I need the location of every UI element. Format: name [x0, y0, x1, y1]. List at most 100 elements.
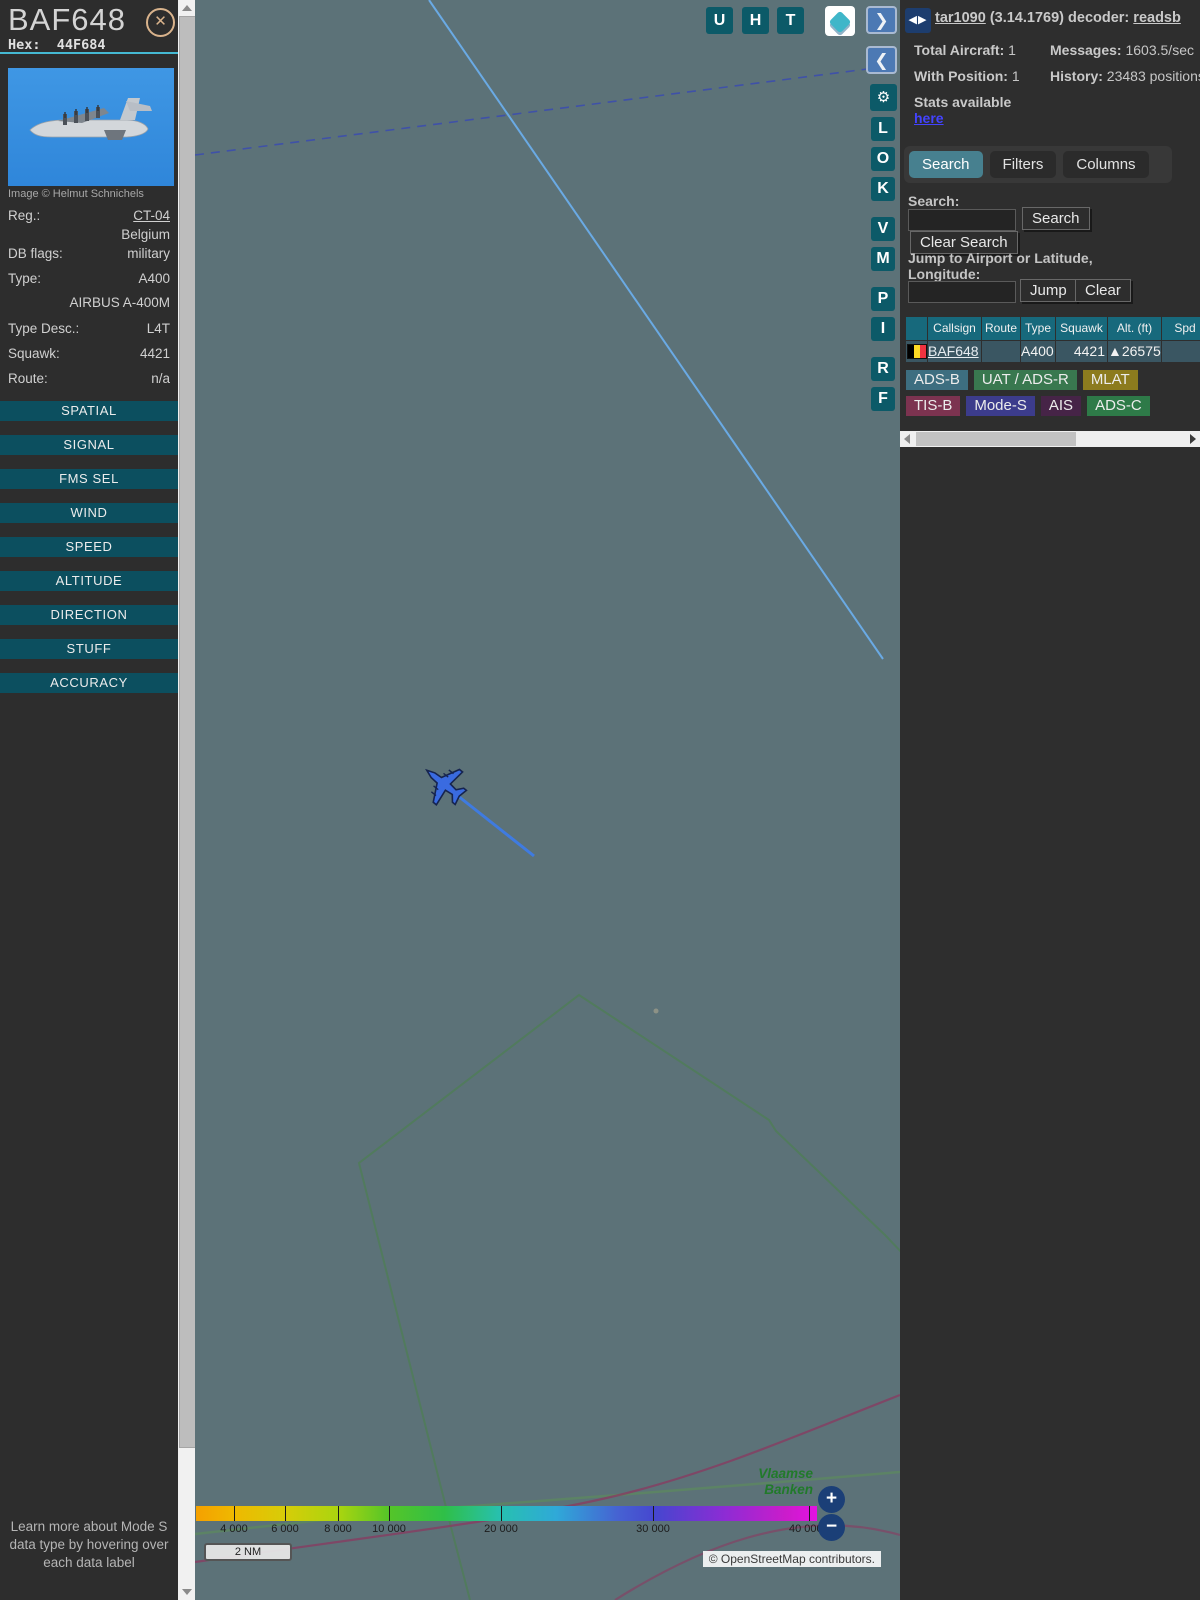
clear-button[interactable]: Clear: [1075, 279, 1131, 302]
data-row: Reg.: CT-04: [0, 206, 178, 225]
section-header: ACCURACY: [0, 673, 178, 694]
altitude-tick-mark: [338, 1506, 339, 1521]
map-vector-layer: [195, 0, 900, 1600]
callsign-cell[interactable]: BAF648: [928, 341, 981, 362]
data-row: Type: A400: [0, 269, 178, 294]
with-position-stat: With Position: 1: [914, 68, 1036, 84]
with-position-label: With Position:: [914, 68, 1008, 84]
map-button-l[interactable]: L: [871, 117, 895, 141]
map-button-k[interactable]: K: [871, 177, 895, 201]
registration-link[interactable]: CT-04: [133, 208, 170, 223]
table-row[interactable]: BAF648 A400 4421 ▲26575: [906, 341, 1200, 362]
data-label[interactable]: Squawk:: [8, 344, 60, 369]
panel-toggle-button[interactable]: ◀▶: [905, 8, 931, 33]
aircraft-photo[interactable]: [8, 68, 174, 186]
map-button-i[interactable]: I: [871, 317, 895, 341]
divider: [0, 52, 178, 54]
altitude-tick-mark: [653, 1506, 654, 1521]
scrollbar-right-arrow-icon[interactable]: [1190, 434, 1196, 444]
aircraft-list-panel: ◀▶ tar1090 (3.14.1769) decoder: readsb T…: [900, 0, 1200, 1600]
data-label[interactable]: Type Desc.:: [8, 319, 79, 344]
map-button-f[interactable]: F: [871, 387, 895, 411]
search-input[interactable]: [908, 209, 1016, 231]
layers-button[interactable]: [825, 6, 855, 37]
table-header-cell[interactable]: Squawk: [1056, 317, 1107, 340]
tar1090-link[interactable]: tar1090: [935, 10, 986, 26]
altitude-tick-mark: [285, 1506, 286, 1521]
sidebar-section: SIGNAL: [0, 435, 178, 461]
tab-columns[interactable]: Columns: [1063, 151, 1149, 178]
data-value: A400: [138, 270, 170, 286]
layers-icon-top: [828, 10, 852, 34]
table-header-cell[interactable]: Route: [982, 317, 1020, 340]
scrollbar-thumb[interactable]: [179, 16, 196, 1448]
map-button-v[interactable]: V: [871, 217, 895, 241]
aircraft-photo-image: [8, 68, 174, 186]
section-header: DIRECTION: [0, 605, 178, 626]
data-label[interactable]: Route:: [8, 369, 48, 394]
table-header-cell[interactable]: Alt. (ft): [1108, 317, 1161, 340]
stats-here-link[interactable]: here: [914, 110, 944, 126]
sidebar-section: ACCURACY: [0, 673, 178, 699]
map-attribution[interactable]: © OpenStreetMap contributors.: [702, 1551, 881, 1567]
zoom-out-button[interactable]: −: [818, 1514, 845, 1541]
callsign-link[interactable]: BAF648: [928, 343, 979, 359]
table-header-cell[interactable]: [906, 317, 927, 340]
jump-button[interactable]: Jump: [1020, 279, 1077, 302]
map-button-u[interactable]: U: [706, 7, 733, 34]
table-header-cell[interactable]: Type: [1021, 317, 1055, 340]
data-label[interactable]: Reg.:: [8, 206, 40, 225]
altitude-tick-mark: [389, 1506, 390, 1521]
type-cell: A400: [1021, 341, 1055, 362]
aircraft-icon[interactable]: [418, 758, 470, 810]
sidebar-section: WIND: [0, 503, 178, 529]
zoom-in-button[interactable]: +: [818, 1486, 845, 1513]
source-type-badge: Mode-S: [966, 396, 1035, 416]
squawk-cell: 4421: [1056, 341, 1107, 362]
place-label: Vlaamse Banken: [755, 1466, 813, 1498]
map-button-r[interactable]: R: [871, 357, 895, 381]
panel-expand-button[interactable]: ❯: [866, 6, 897, 34]
jump-input[interactable]: [908, 281, 1016, 303]
map-scale-bar: 2 NM: [204, 1543, 292, 1561]
table-header-cell[interactable]: Callsign: [928, 317, 981, 340]
place-label-line2: Banken: [764, 1482, 813, 1498]
aircraft-history-trail: [428, 0, 884, 660]
map-canvas[interactable]: U H T ❯ ❮ ⚙ L O K V M P I R F 4 000 6 00…: [195, 0, 900, 1600]
data-row: Squawk: 4421: [0, 344, 178, 369]
belgium-flag-icon: [906, 344, 927, 359]
data-row: Type Desc.: L4T: [0, 319, 178, 344]
close-icon[interactable]: ✕: [146, 8, 175, 37]
stats-available-label: Stats available: [914, 94, 1012, 110]
section-header: SPATIAL: [0, 401, 178, 422]
scrollbar-down-arrow-icon[interactable]: [182, 1589, 192, 1595]
table-header-cell[interactable]: Spd: [1162, 317, 1200, 340]
data-label[interactable]: Type:: [8, 269, 41, 294]
altitude-cell: ▲26575: [1108, 341, 1161, 362]
map-button-m[interactable]: M: [871, 247, 895, 271]
tab-filters[interactable]: Filters: [989, 151, 1057, 178]
sidebar-scrollbar[interactable]: [178, 0, 196, 1600]
source-type-legend: ADS-B UAT / ADS-R MLAT TIS-B Mode-S AIS ADS-C: [906, 370, 1196, 416]
panel-horizontal-scrollbar[interactable]: [900, 431, 1200, 447]
settings-gear-button[interactable]: ⚙: [870, 84, 897, 111]
scrollbar-left-arrow-icon[interactable]: [904, 434, 910, 444]
label-text: Route:: [8, 370, 48, 386]
map-button-h[interactable]: H: [742, 7, 769, 34]
data-label[interactable]: DB flags:: [8, 244, 63, 269]
source-type-badge: MLAT: [1082, 370, 1138, 390]
map-button-t[interactable]: T: [777, 7, 804, 34]
data-value: 4421: [139, 346, 170, 362]
map-button-p[interactable]: P: [871, 287, 895, 311]
tab-search[interactable]: Search: [909, 151, 983, 178]
section-header: STUFF: [0, 639, 178, 660]
map-button-o[interactable]: O: [871, 147, 895, 171]
horizontal-scrollbar-thumb[interactable]: [916, 432, 1076, 446]
label-text: Squawk:: [8, 346, 60, 362]
readsb-link[interactable]: readsb: [1133, 10, 1181, 26]
search-button[interactable]: Search: [1022, 207, 1090, 230]
panel-collapse-button[interactable]: ❮: [866, 46, 897, 74]
data-value: CT-04: [133, 206, 170, 225]
scrollbar-up-arrow-icon[interactable]: [182, 5, 192, 11]
section-header: ALTITUDE: [0, 571, 178, 592]
